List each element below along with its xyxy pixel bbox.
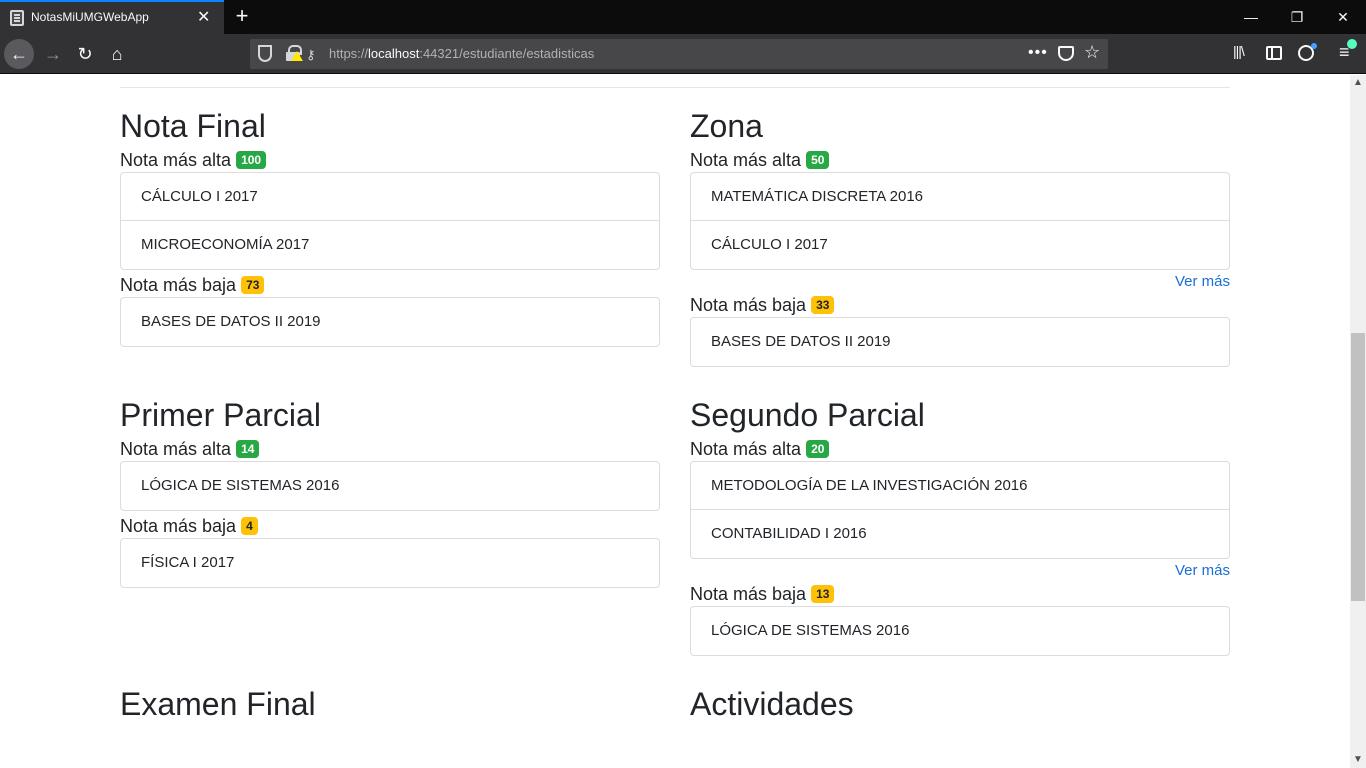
highest-grade-badge: 50: [806, 151, 830, 169]
highest-grade-label: Nota más alta 100: [120, 149, 660, 171]
account-icon[interactable]: [1298, 43, 1317, 61]
library-icon[interactable]: |||\: [1233, 43, 1245, 59]
section-examen-final: Examen Final: [120, 685, 660, 723]
lowest-grade-badge: 73: [241, 276, 265, 294]
lowest-grade-label: Nota más baja 4: [120, 515, 660, 537]
pocket-icon[interactable]: [1058, 46, 1074, 61]
home-icon[interactable]: ⌂: [102, 39, 132, 69]
section-title: Nota Final: [120, 108, 266, 144]
window-minimize-icon[interactable]: —: [1228, 0, 1274, 34]
list-item: CÁLCULO I 2017: [121, 173, 659, 221]
update-badge-icon: [1346, 38, 1358, 50]
scroll-down-arrow-icon[interactable]: ▼: [1350, 752, 1366, 768]
new-tab-plus-icon[interactable]: +: [230, 3, 254, 29]
label-text: Nota más alta: [120, 439, 232, 459]
scrollbar-thumb[interactable]: [1351, 333, 1365, 601]
list-item: MICROECONOMÍA 2017: [141, 236, 310, 253]
lowest-grade-list: FÍSICA I 2017: [120, 538, 660, 588]
ver-mas-link[interactable]: Ver más: [690, 271, 1230, 293]
highest-grade-list: LÓGICA DE SISTEMAS 2016: [120, 461, 660, 511]
url-host: localhost: [368, 46, 420, 61]
ver-mas-link[interactable]: Ver más: [690, 560, 1230, 582]
page-favicon-icon: [10, 10, 24, 26]
section-title: Segundo Parcial: [690, 397, 925, 433]
section-actividades: Actividades: [690, 685, 1230, 723]
bookmark-star-icon[interactable]: ☆: [1084, 42, 1100, 63]
section-segundo-parcial: Segundo Parcial Nota más alta 20 METODOL…: [690, 396, 1230, 656]
highest-grade-badge: 20: [806, 440, 830, 458]
section-title: Zona: [690, 108, 763, 144]
label-text: Nota más alta: [690, 150, 802, 170]
lowest-grade-list: BASES DE DATOS II 2019: [690, 317, 1230, 367]
page-viewport: Nota Final Nota más alta 100 CÁLCULO I 2…: [0, 75, 1350, 768]
lowest-grade-label: Nota más baja 33: [690, 294, 1230, 316]
section-nota-final: Nota Final Nota más alta 100 CÁLCULO I 2…: [120, 107, 660, 347]
label-text: Nota más baja: [690, 584, 807, 604]
url-path: :44321/estudiante/estadisticas: [419, 46, 595, 61]
highest-grade-badge: 100: [236, 151, 267, 169]
highest-grade-list: CÁLCULO I 2017 MICROECONOMÍA 2017: [120, 172, 660, 270]
list-item: BASES DE DATOS II 2019: [141, 313, 321, 330]
section-title: Primer Parcial: [120, 397, 321, 433]
lowest-grade-badge: 33: [811, 296, 835, 314]
section-primer-parcial: Primer Parcial Nota más alta 14 LÓGICA D…: [120, 396, 660, 588]
sidebar-icon[interactable]: [1266, 46, 1282, 60]
lowest-grade-list: LÓGICA DE SISTEMAS 2016: [690, 606, 1230, 656]
divider: [120, 87, 1230, 88]
navigation-toolbar: ← → ↻ ⌂ ⚷ https://localhost:44321/estudi…: [0, 34, 1366, 74]
list-item: LÓGICA DE SISTEMAS 2016: [141, 477, 340, 494]
tab-title: NotasMiUMGWebApp: [31, 10, 149, 24]
label-text: Nota más alta: [120, 150, 232, 170]
warning-icon: [291, 51, 303, 61]
highest-grade-label: Nota más alta 20: [690, 438, 1230, 460]
highest-grade-list: MATEMÁTICA DISCRETA 2016 CÁLCULO I 2017: [690, 172, 1230, 270]
back-arrow-icon[interactable]: ←: [4, 39, 34, 69]
list-item: BASES DE DATOS II 2019: [711, 333, 891, 350]
tab-close-icon[interactable]: ✕: [197, 8, 210, 28]
url-bar[interactable]: ⚷ https://localhost:44321/estudiante/est…: [250, 39, 1108, 69]
lowest-grade-badge: 13: [811, 585, 835, 603]
browser-tab[interactable]: NotasMiUMGWebApp ✕: [0, 0, 224, 34]
tracking-shield-icon[interactable]: [258, 45, 272, 62]
list-item: LÓGICA DE SISTEMAS 2016: [711, 622, 910, 639]
reload-icon[interactable]: ↻: [70, 39, 100, 69]
highest-grade-label: Nota más alta 14: [120, 438, 660, 460]
label-text: Nota más baja: [690, 295, 807, 315]
key-icon[interactable]: ⚷: [306, 47, 316, 63]
list-item: METODOLOGÍA DE LA INVESTIGACIÓN 2016: [691, 462, 1229, 510]
lowest-grade-badge: 4: [241, 517, 258, 535]
list-item: FÍSICA I 2017: [141, 554, 235, 571]
lowest-grade-list: BASES DE DATOS II 2019: [120, 297, 660, 347]
url-prefix: https://: [329, 46, 369, 61]
window-restore-icon[interactable]: ❐: [1274, 0, 1320, 34]
list-item: MATEMÁTICA DISCRETA 2016: [691, 173, 1229, 221]
lowest-grade-label: Nota más baja 73: [120, 274, 660, 296]
highest-grade-list: METODOLOGÍA DE LA INVESTIGACIÓN 2016 CON…: [690, 461, 1230, 559]
list-item: CÁLCULO I 2017: [711, 236, 828, 253]
section-title: Actividades: [690, 686, 854, 722]
page-actions-dots-icon[interactable]: •••: [1028, 44, 1048, 62]
section-zona: Zona Nota más alta 50 MATEMÁTICA DISCRET…: [690, 107, 1230, 367]
highest-grade-badge: 14: [236, 440, 260, 458]
section-title: Examen Final: [120, 686, 316, 722]
window-close-icon[interactable]: ✕: [1320, 0, 1366, 34]
lowest-grade-label: Nota más baja 13: [690, 583, 1230, 605]
list-item: CONTABILIDAD I 2016: [711, 525, 867, 542]
label-text: Nota más alta: [690, 439, 802, 459]
forward-arrow-icon[interactable]: →: [38, 39, 68, 69]
url-text[interactable]: https://localhost:44321/estudiante/estad…: [329, 46, 594, 61]
highest-grade-label: Nota más alta 50: [690, 149, 1230, 171]
vertical-scrollbar[interactable]: ▲ ▼: [1350, 75, 1366, 768]
scroll-up-arrow-icon[interactable]: ▲: [1350, 75, 1366, 91]
label-text: Nota más baja: [120, 275, 237, 295]
tab-bar: NotasMiUMGWebApp ✕ + — ❐ ✕: [0, 0, 1366, 34]
label-text: Nota más baja: [120, 516, 237, 536]
